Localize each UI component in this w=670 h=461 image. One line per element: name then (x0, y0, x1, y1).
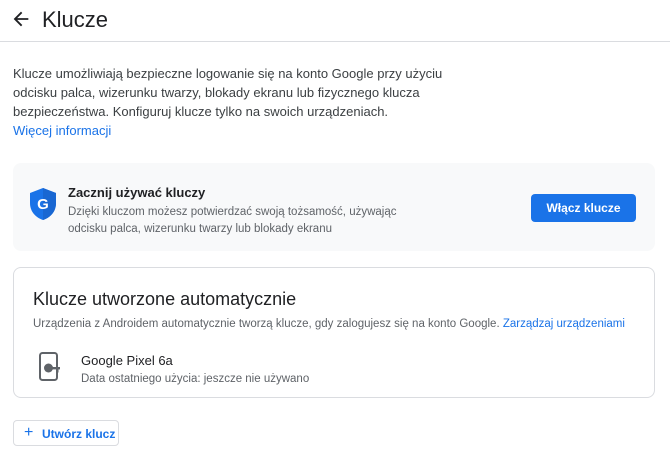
intro-text: Klucze umożliwiają bezpieczne logowanie … (13, 66, 443, 119)
svg-text:G: G (37, 196, 49, 213)
top-bar: Klucze (0, 0, 670, 42)
device-last-used: Data ostatniego użycia: jeszcze nie używ… (81, 373, 310, 385)
google-shield-icon: G (30, 188, 56, 220)
manage-devices-link[interactable]: Zarządzaj urządzeniami (503, 318, 625, 330)
promo-title: Zacznij używać kluczy (68, 185, 206, 200)
start-passkeys-card: G Zacznij używać kluczy Dzięki kluczom m… (13, 163, 655, 251)
page-title: Klucze (42, 7, 109, 32)
create-passkey-label: Utwórz klucz (42, 427, 116, 441)
enable-passkeys-button[interactable]: Włącz klucze (531, 194, 636, 222)
auto-keys-description-text: Urządzenia z Androidem automatycznie two… (33, 318, 500, 330)
auto-created-keys-card: Klucze utworzone automatycznie Urządzeni… (13, 267, 655, 398)
plus-icon: + (24, 424, 34, 441)
arrow-back-icon[interactable] (10, 8, 32, 30)
phone-key-icon (39, 352, 60, 381)
auto-keys-title: Klucze utworzone automatycznie (33, 289, 297, 309)
create-passkey-button[interactable]: + Utwórz klucz (13, 420, 119, 446)
promo-description: Dzięki kluczom możesz potwierdzać swoją … (68, 206, 397, 235)
auto-keys-description: Urządzenia z Androidem automatycznie two… (33, 316, 625, 332)
device-name: Google Pixel 6a (81, 353, 173, 368)
more-info-link[interactable]: Więcej informacji (13, 122, 111, 140)
